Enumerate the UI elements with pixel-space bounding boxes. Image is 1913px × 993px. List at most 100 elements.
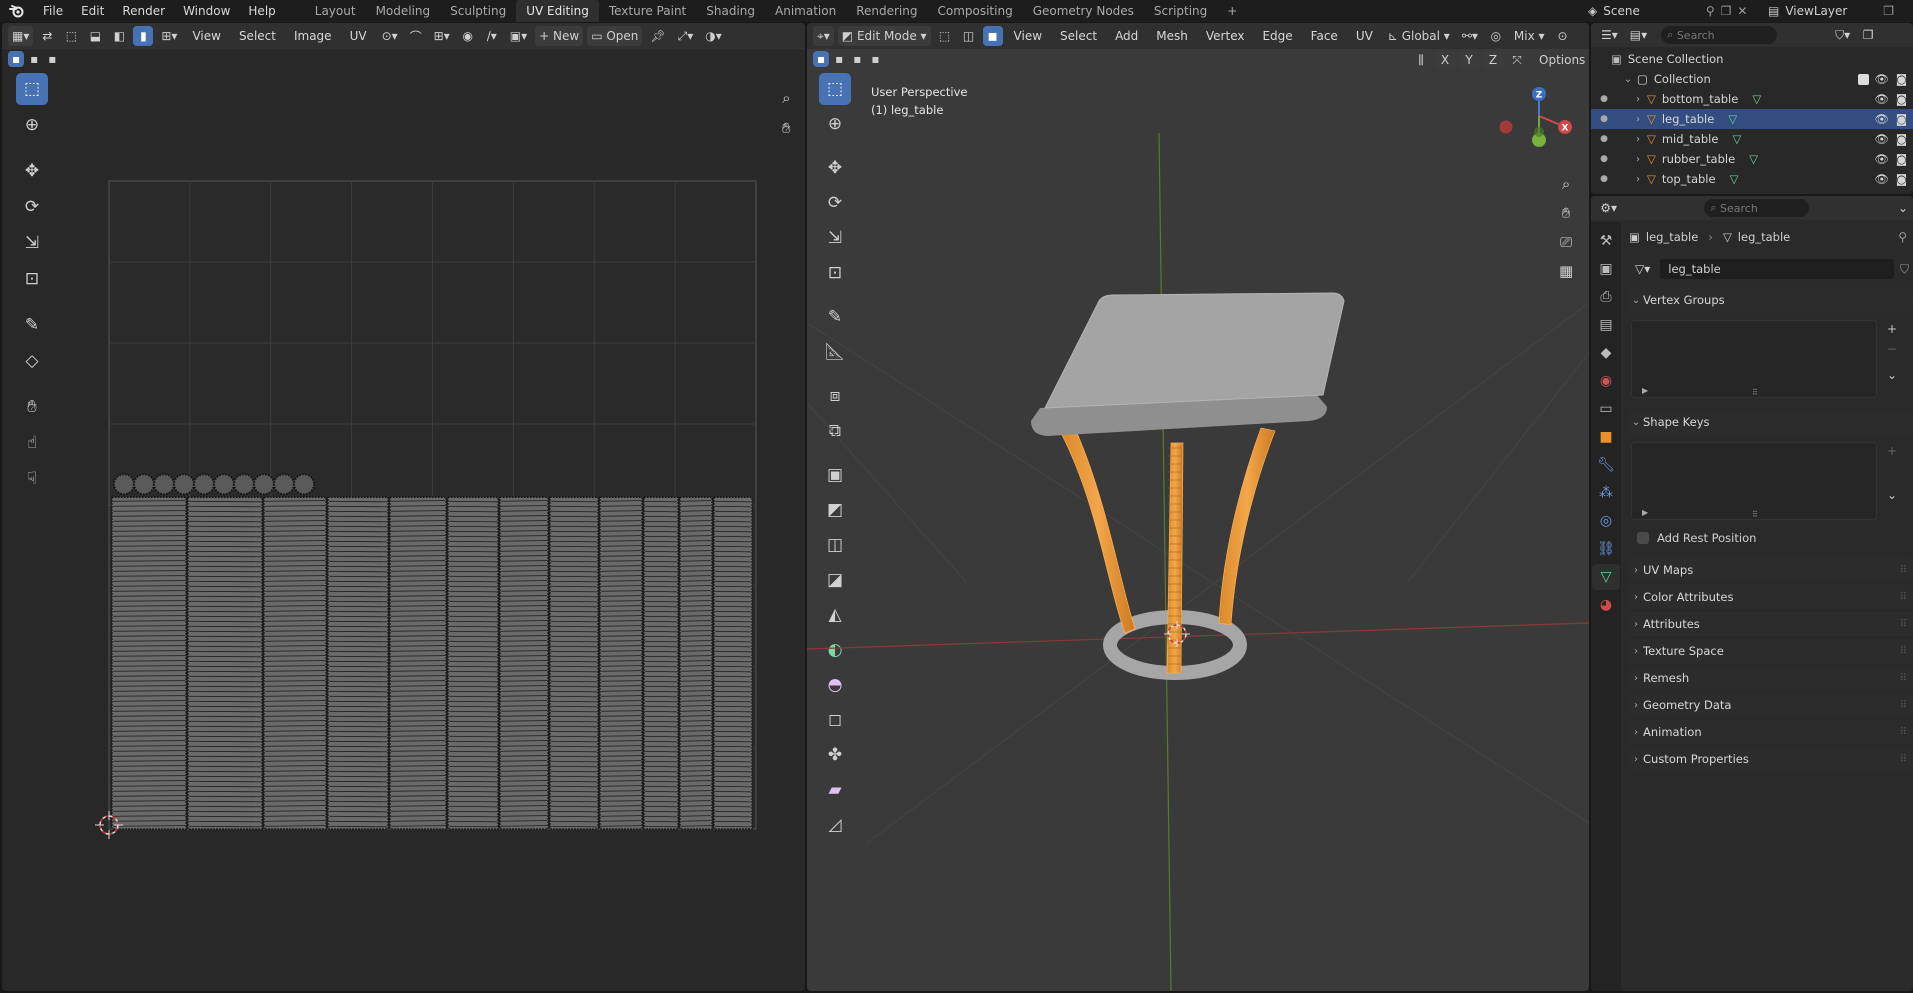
outliner-object-row[interactable]: ● › ▽ rubber_table ▽ 👁︎ ◙ [1591, 149, 1913, 169]
vp-zoom-icon[interactable]: ⌕ [1562, 175, 1570, 193]
filter-icon[interactable]: ⛉▾ [1831, 25, 1854, 45]
shape-list-resize-handle-icon[interactable]: ⠿ [1752, 510, 1758, 519]
object-expand-icon[interactable]: › [1631, 94, 1645, 105]
pin-icon[interactable]: ⚲ [1706, 4, 1715, 18]
collapsed-panel-header[interactable]: › Attributes ⠿ [1629, 612, 1913, 636]
tab-uv-editing[interactable]: UV Editing [516, 0, 599, 22]
collapsed-panel-header[interactable]: › Geometry Data ⠿ [1629, 693, 1913, 717]
vp-pan-icon[interactable]: ✋︎ [1562, 204, 1571, 222]
shape-keys-list[interactable]: ▶ ⠿ [1631, 442, 1877, 520]
list-resize-handle-icon[interactable]: ⠿ [1752, 388, 1758, 397]
add-workspace-button[interactable]: + [1217, 0, 1247, 22]
menu-edit[interactable]: Edit [72, 0, 113, 22]
new-scene-icon[interactable]: ❐ [1721, 4, 1732, 18]
collapsed-panel-header[interactable]: › Texture Space ⠿ [1629, 639, 1913, 663]
pin-properties-icon[interactable]: ⚲ [1898, 230, 1907, 244]
object-expand-icon[interactable]: › [1631, 174, 1645, 185]
mesh-data-icon[interactable]: ▽ [1752, 92, 1761, 106]
object-visibility-icon[interactable]: 👁︎ [1874, 172, 1889, 186]
viewport-scene[interactable]: Z X [807, 23, 1589, 991]
add-vertex-group-icon[interactable]: + [1887, 322, 1897, 336]
collection-checkbox-icon[interactable] [1858, 73, 1869, 85]
remove-vertex-group-icon[interactable]: − [1887, 342, 1897, 356]
render-tab-icon[interactable]: ▣ [1592, 256, 1620, 282]
collapsed-panel-header[interactable]: › Animation ⠿ [1629, 720, 1913, 744]
tab-geometry-nodes[interactable]: Geometry Nodes [1023, 0, 1144, 22]
shape-keys-panel-header[interactable]: ⌄ Shape Keys [1629, 410, 1913, 434]
panel-drag-handle-icon[interactable]: ⠿ [1900, 700, 1907, 711]
mesh-data-icon[interactable]: ▽ [1728, 112, 1737, 126]
camera-view-icon[interactable]: ⎚ [1560, 233, 1572, 251]
menu-window[interactable]: Window [174, 0, 239, 22]
tab-shading[interactable]: Shading [696, 0, 765, 22]
uv-canvas[interactable] [2, 23, 805, 991]
object-render-icon[interactable]: ◙ [1896, 172, 1907, 186]
mesh-data-icon[interactable]: ▽ [1730, 172, 1739, 186]
collection-tab-icon[interactable]: ▭ [1592, 396, 1620, 422]
shape-list-expand-icon[interactable]: ▶ [1642, 508, 1648, 517]
tab-modeling[interactable]: Modeling [366, 0, 441, 22]
menu-file[interactable]: File [34, 0, 72, 22]
tab-sculpting[interactable]: Sculpting [440, 0, 516, 22]
tab-scripting[interactable]: Scripting [1144, 0, 1217, 22]
tab-animation[interactable]: Animation [765, 0, 846, 22]
tab-layout[interactable]: Layout [305, 0, 366, 22]
output-tab-icon[interactable]: ⎙ [1592, 284, 1620, 310]
vertex-group-specials-icon[interactable]: ⌄ [1887, 368, 1897, 382]
modifier-tab-icon[interactable]: 🔧︎ [1592, 452, 1620, 478]
world-tab-icon[interactable]: ◉ [1592, 368, 1620, 394]
outliner-object-row[interactable]: ● › ▽ mid_table ▽ 👁︎ ◙ [1591, 129, 1913, 149]
object-tab-icon[interactable]: ■ [1592, 424, 1620, 450]
constraints-tab-icon[interactable]: ⛓ [1592, 536, 1620, 562]
collapsed-panel-header[interactable]: › Color Attributes ⠿ [1629, 585, 1913, 609]
outliner-object-row[interactable]: ● › ▽ bottom_table ▽ 👁︎ ◙ [1591, 89, 1913, 109]
object-visibility-icon[interactable]: 👁︎ [1874, 132, 1889, 146]
add-rest-position-checkbox[interactable] [1637, 532, 1649, 544]
object-render-icon[interactable]: ◙ [1896, 152, 1907, 166]
list-expand-icon[interactable]: ▶ [1642, 386, 1648, 395]
panel-drag-handle-icon[interactable]: ⠿ [1900, 646, 1907, 657]
collapsed-panel-header[interactable]: › Custom Properties ⠿ [1629, 747, 1913, 771]
mesh-data-tab-icon[interactable]: ▽ [1592, 564, 1620, 590]
perspective-toggle-icon[interactable]: ▦ [1559, 262, 1573, 280]
object-expand-icon[interactable]: › [1631, 134, 1645, 145]
object-visibility-icon[interactable]: 👁︎ [1874, 152, 1889, 166]
fake-user-shield-icon[interactable]: ⛉ [1900, 262, 1909, 277]
object-expand-icon[interactable]: › [1631, 114, 1645, 125]
panel-drag-handle-icon[interactable]: ⠿ [1900, 754, 1907, 765]
mesh-data-icon[interactable]: ▽ [1749, 152, 1758, 166]
collection-row[interactable]: ⌄ ▢ Collection 👁︎ ◙ [1591, 69, 1913, 89]
mesh-data-icon[interactable]: ▽ [1732, 132, 1741, 146]
remove-scene-icon[interactable]: ✕ [1737, 4, 1747, 18]
physics-tab-icon[interactable]: ◎ [1592, 508, 1620, 534]
new-collection-icon[interactable]: ❐ [1858, 25, 1878, 45]
object-render-icon[interactable]: ◙ [1896, 132, 1907, 146]
blender-logo-icon[interactable] [6, 0, 28, 22]
outliner-object-row[interactable]: ● › ▽ top_table ▽ 👁︎ ◙ [1591, 169, 1913, 189]
outliner-editor-type-icon[interactable]: ☰▾ [1597, 25, 1622, 45]
properties-editor-type-icon[interactable]: ⚙▾ [1597, 198, 1620, 218]
viewlayer-selector[interactable]: ▤ ViewLayer ❐ [1768, 0, 1894, 22]
tab-rendering[interactable]: Rendering [846, 0, 927, 22]
mesh-browse-icon[interactable]: ▽▾ [1631, 259, 1654, 279]
shape-key-specials-icon[interactable]: ⌄ [1887, 488, 1897, 502]
panel-drag-handle-icon[interactable]: ⠿ [1900, 727, 1907, 738]
object-expand-icon[interactable]: › [1631, 154, 1645, 165]
object-render-icon[interactable]: ◙ [1896, 92, 1907, 106]
menu-render[interactable]: Render [113, 0, 174, 22]
material-tab-icon[interactable]: ◕ [1592, 592, 1620, 618]
object-visibility-icon[interactable]: 👁︎ [1874, 112, 1889, 126]
properties-search-input[interactable]: ⌕ Search [1704, 199, 1809, 217]
display-mode-icon[interactable]: ▤▾ [1626, 25, 1651, 45]
vertex-groups-panel-header[interactable]: ⌄ Vertex Groups [1629, 288, 1913, 312]
view-layer-tab-icon[interactable]: ▤ [1592, 312, 1620, 338]
panel-drag-handle-icon[interactable]: ⠿ [1900, 673, 1907, 684]
vertex-groups-list[interactable]: ▶ ⠿ [1631, 320, 1877, 398]
scene-selector[interactable]: ◈ Scene ⚲ ❐ ✕ [1588, 0, 1747, 22]
panel-drag-handle-icon[interactable]: ⠿ [1900, 592, 1907, 603]
collapsed-panel-header[interactable]: › UV Maps ⠿ [1629, 558, 1913, 582]
tab-texture-paint[interactable]: Texture Paint [599, 0, 696, 22]
tool-tab-icon[interactable]: ⚒ [1592, 228, 1620, 254]
panel-drag-handle-icon[interactable]: ⠿ [1900, 565, 1907, 576]
menu-help[interactable]: Help [239, 0, 284, 22]
